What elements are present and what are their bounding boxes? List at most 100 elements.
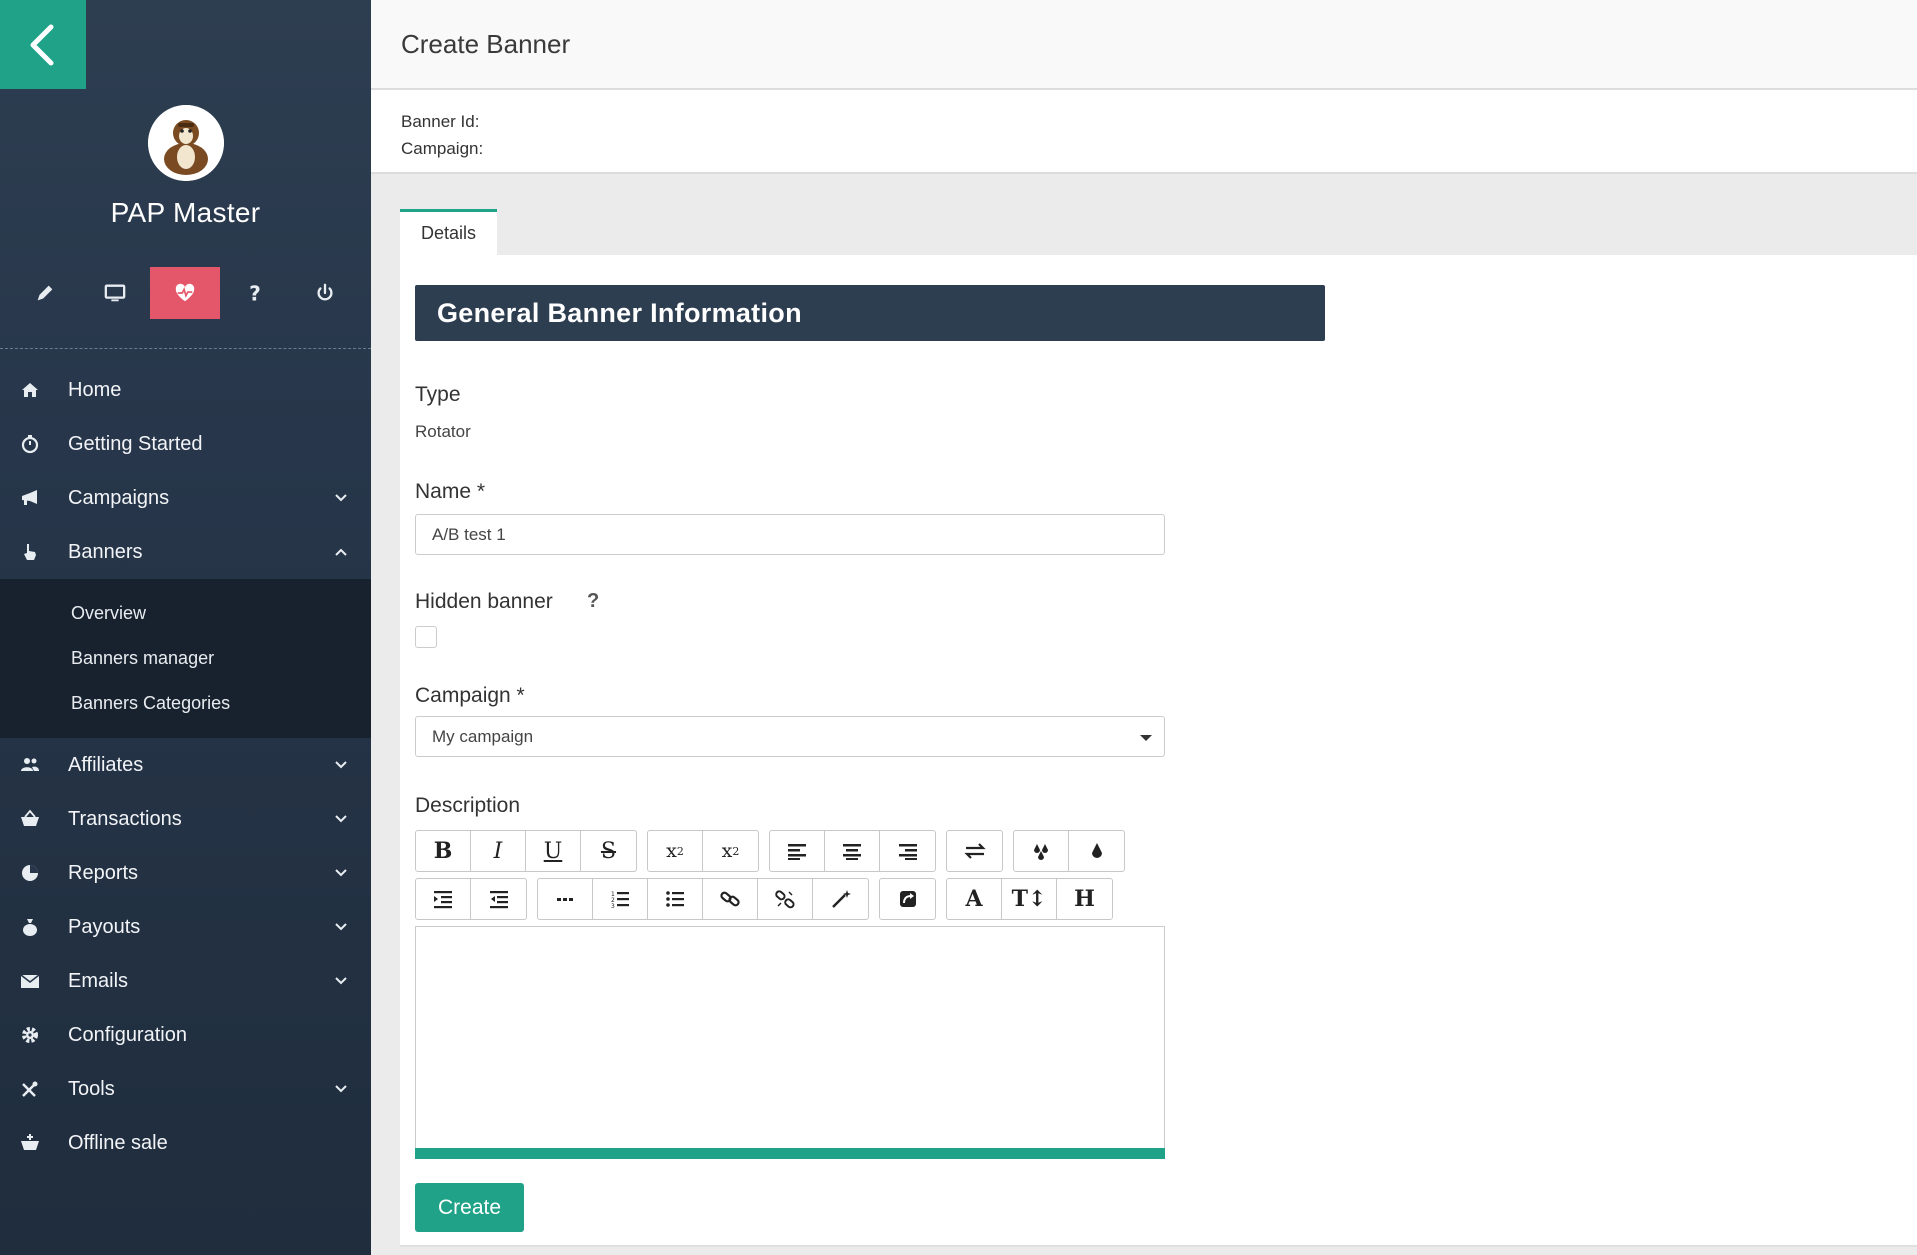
subscript-icon[interactable]: x2 <box>648 831 703 871</box>
sidebar-item-payouts[interactable]: Payouts <box>0 900 371 954</box>
sidebar-divider <box>0 348 371 349</box>
sidebar-item-getting-started[interactable]: Getting Started <box>0 417 371 471</box>
heading-icon[interactable]: H <box>1057 879 1112 919</box>
sidebar-item-reports[interactable]: Reports <box>0 846 371 900</box>
sidebar-subitem-banners-manager[interactable]: Banners manager <box>0 636 371 681</box>
pie-chart-icon <box>18 861 42 885</box>
money-bag-icon <box>18 915 42 939</box>
svg-text:?: ? <box>249 282 261 304</box>
background-color-icon[interactable] <box>1069 831 1124 871</box>
font-size-icon[interactable]: T↕ <box>1002 879 1057 919</box>
sidebar-item-emails[interactable]: Emails <box>0 954 371 1008</box>
description-editor[interactable] <box>415 926 1165 1159</box>
unordered-list-icon[interactable] <box>648 879 703 919</box>
home-icon <box>18 378 42 402</box>
sidebar-item-label: Emails <box>68 969 129 992</box>
source-group <box>879 878 936 920</box>
sidebar-item-configuration[interactable]: Configuration <box>0 1008 371 1062</box>
bold-icon[interactable]: B <box>416 831 471 871</box>
page-title: Create Banner <box>401 28 571 59</box>
sidebar-subitem-banners-categories[interactable]: Banners Categories <box>0 681 371 726</box>
sidebar-item-banners[interactable]: Banners <box>0 525 371 579</box>
underline-icon[interactable]: U <box>526 831 581 871</box>
format-group: B I U S <box>415 830 637 872</box>
hidden-banner-label: Hidden banner <box>415 590 553 613</box>
text-direction-icon[interactable] <box>947 831 1002 871</box>
sidebar-item-label: Banners <box>68 540 143 563</box>
stopwatch-icon <box>18 432 42 456</box>
quick-icons: ? <box>10 267 360 319</box>
sidebar-item-affiliates[interactable]: Affiliates <box>0 738 371 792</box>
type-value: Rotator <box>415 422 471 441</box>
tab-details[interactable]: Details <box>400 209 498 255</box>
tabs: Details <box>400 209 498 255</box>
section-title: General Banner Information <box>415 285 1325 341</box>
sidebar-item-label: Reports <box>68 861 139 884</box>
editor-resize-handle[interactable] <box>415 1148 1165 1159</box>
edit-button[interactable] <box>10 267 80 319</box>
sidebar-item-label: Getting Started <box>68 432 203 455</box>
font-family-icon[interactable]: A <box>947 879 1002 919</box>
monitor-button[interactable] <box>80 267 150 319</box>
indent-icon[interactable] <box>416 879 471 919</box>
caret-down-icon <box>1140 735 1152 741</box>
indent-group <box>415 878 527 920</box>
align-left-icon[interactable] <box>770 831 825 871</box>
magic-wand-icon[interactable] <box>813 879 868 919</box>
sidebar-subitem-overview[interactable]: Overview <box>0 591 371 636</box>
back-button[interactable] <box>0 0 86 89</box>
create-button[interactable]: Create <box>415 1183 524 1232</box>
sidebar-item-label: Affiliates <box>68 753 144 776</box>
sidebar-item-offline-sale[interactable]: Offline sale <box>0 1116 371 1170</box>
avatar[interactable] <box>147 105 224 181</box>
description-label: Description <box>415 794 521 817</box>
help-question-icon[interactable]: ? <box>587 590 599 613</box>
align-group <box>769 830 936 872</box>
sidebar-item-home[interactable]: Home <box>0 363 371 417</box>
editor-toolbar-row-1: B I U S x2 x2 <box>415 830 1135 872</box>
outdent-icon[interactable] <box>471 879 526 919</box>
strikethrough-icon[interactable]: S <box>581 831 636 871</box>
cart-plus-icon <box>18 1131 42 1155</box>
campaign-label: Campaign * <box>415 684 525 707</box>
campaign-selected-value: My campaign <box>432 726 534 746</box>
sidebar-item-label: Transactions <box>68 807 182 830</box>
profile: PAP Master <box>0 105 371 229</box>
insert-group: 123 <box>537 878 869 920</box>
text-color-icon[interactable] <box>1014 831 1069 871</box>
campaign-select[interactable]: My campaign <box>415 716 1165 757</box>
sidebar-nav: Home Getting Started Campaigns Banners O… <box>0 363 371 1170</box>
mascot-avatar-icon <box>147 105 224 181</box>
ordered-list-icon[interactable]: 123 <box>593 879 648 919</box>
type-label: Type <box>415 383 461 406</box>
name-label: Name * <box>415 480 486 503</box>
sidebar-item-transactions[interactable]: Transactions <box>0 792 371 846</box>
sidebar: PAP Master ? Home Getting Started Campai… <box>0 0 371 1255</box>
link-icon[interactable] <box>703 879 758 919</box>
monitor-icon <box>104 284 126 302</box>
unlink-icon[interactable] <box>758 879 813 919</box>
tools-icon <box>18 1077 42 1101</box>
superscript-icon[interactable]: x2 <box>703 831 758 871</box>
horizontal-rule-icon[interactable] <box>538 879 593 919</box>
help-button[interactable]: ? <box>220 267 290 319</box>
chevron-down-icon <box>335 977 347 985</box>
name-input[interactable] <box>415 514 1165 555</box>
chevron-up-icon <box>335 548 347 556</box>
italic-icon[interactable]: I <box>471 831 526 871</box>
users-icon <box>18 753 42 777</box>
profile-name: PAP Master <box>110 197 261 228</box>
main-content: Create Banner Banner Id: Campaign: Detai… <box>371 0 1917 1255</box>
question-icon: ? <box>249 282 261 304</box>
sidebar-item-campaigns[interactable]: Campaigns <box>0 471 371 525</box>
hidden-banner-checkbox[interactable] <box>415 626 437 648</box>
source-code-icon[interactable] <box>880 879 935 919</box>
sidebar-item-tools[interactable]: Tools <box>0 1062 371 1116</box>
chevron-down-icon <box>335 869 347 877</box>
color-group <box>1013 830 1125 872</box>
align-center-icon[interactable] <box>825 831 880 871</box>
align-right-icon[interactable] <box>880 831 935 871</box>
logout-button[interactable] <box>290 267 360 319</box>
page-header: Create Banner <box>371 0 1917 90</box>
heartbeat-button[interactable] <box>150 267 220 319</box>
